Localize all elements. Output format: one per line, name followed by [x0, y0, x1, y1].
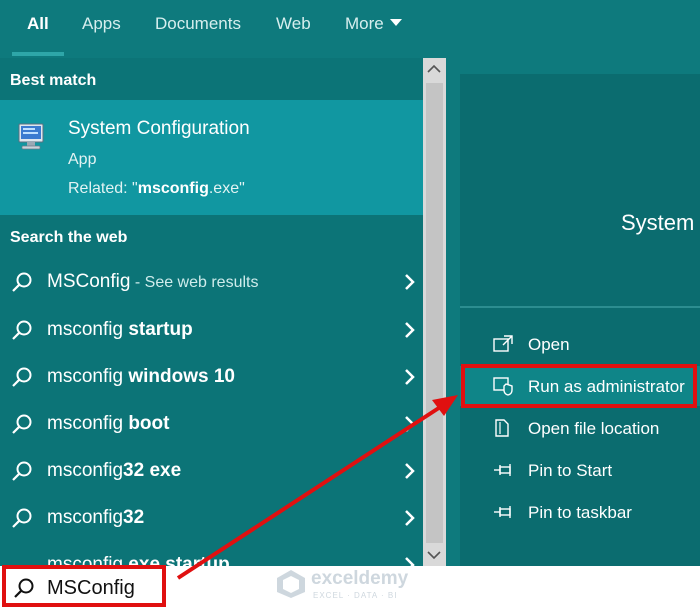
- watermark-name: exceldemy: [311, 568, 409, 589]
- watermark-tagline: EXCEL · DATA · BI: [313, 591, 398, 600]
- tab-web[interactable]: Web: [276, 14, 311, 36]
- web-result-item[interactable]: MSConfig - See web results: [0, 259, 423, 305]
- web-result-label: msconfig boot: [47, 413, 169, 435]
- web-result-label: msconfig32 exe: [47, 460, 181, 482]
- action-label: Pin to taskbar: [528, 503, 632, 522]
- chevron-right-icon: [405, 463, 415, 479]
- related-prefix: Related: ": [68, 180, 138, 197]
- web-result-label: msconfig32: [47, 507, 144, 529]
- query-text: MSConfig: [47, 271, 131, 292]
- action-label: Open: [528, 335, 570, 354]
- pin-icon: [494, 464, 511, 476]
- search-icon: [12, 320, 32, 340]
- chevron-right-icon: [405, 557, 415, 566]
- web-result-item[interactable]: msconfig startup: [0, 307, 423, 353]
- chevron-right-icon: [405, 416, 415, 432]
- query-text: msconfig: [47, 507, 124, 528]
- web-result-item[interactable]: msconfig boot: [0, 401, 423, 447]
- web-result-label: msconfig windows 10: [47, 366, 235, 388]
- preview-title: System: [621, 210, 695, 235]
- best-match-heading: Best match: [10, 72, 97, 89]
- query-completion: boot: [128, 413, 170, 434]
- web-result-label: MSConfig - See web results: [47, 271, 258, 293]
- scroll-up-icon[interactable]: [427, 64, 441, 74]
- system-configuration-icon: [18, 123, 44, 150]
- query-text: msconfig: [47, 319, 129, 340]
- search-icon: [12, 461, 32, 481]
- web-result-item[interactable]: msconfig windows 10: [0, 354, 423, 400]
- query-completion: windows 10: [128, 366, 235, 387]
- file-location-icon: [495, 419, 509, 437]
- pin-icon: [494, 506, 511, 518]
- related-bold: msconfig: [137, 180, 209, 197]
- search-web-heading: Search the web: [10, 229, 128, 246]
- best-match-item[interactable]: System Configuration App Related: "mscon…: [0, 100, 423, 215]
- active-tab-indicator: [12, 52, 64, 56]
- tab-more[interactable]: More: [345, 14, 402, 36]
- action-pin-to-start[interactable]: Pin to Start: [460, 450, 700, 490]
- web-result-label: msconfig startup: [47, 319, 193, 341]
- query-text: msconfig: [47, 460, 124, 481]
- chevron-down-icon: [389, 19, 402, 26]
- exceldemy-watermark: exceldemy EXCEL · DATA · BI: [275, 566, 435, 606]
- web-result-item[interactable]: msconfig32: [0, 495, 423, 541]
- preview-divider: [460, 306, 700, 308]
- scrollbar-thumb[interactable]: [426, 83, 443, 543]
- query-completion: 32 exe: [123, 460, 182, 481]
- search-tabs-bar: All Apps Documents Web More: [0, 0, 700, 58]
- chevron-right-icon: [405, 274, 415, 290]
- tab-all[interactable]: All: [27, 14, 49, 36]
- best-match-type: App: [68, 151, 97, 168]
- best-match-title: System Configuration: [68, 118, 250, 139]
- query-completion: 32: [123, 507, 145, 528]
- scroll-down-icon[interactable]: [427, 550, 441, 560]
- related-suffix: .exe": [208, 180, 245, 197]
- web-result-hint: - See web results: [130, 274, 259, 291]
- query-text: msconfig: [47, 413, 129, 434]
- chevron-right-icon: [405, 510, 415, 526]
- chevron-right-icon: [405, 322, 415, 338]
- best-match-related: Related: "msconfig.exe": [68, 180, 245, 198]
- chevron-right-icon: [405, 369, 415, 385]
- open-icon: [493, 335, 513, 352]
- query-completion: startup: [128, 319, 193, 340]
- annotation-box-run-as-admin: [461, 364, 697, 408]
- tab-documents[interactable]: Documents: [155, 14, 241, 36]
- action-label: Open file location: [528, 419, 660, 438]
- action-open[interactable]: Open: [460, 324, 700, 364]
- search-icon: [12, 508, 32, 528]
- action-open-file-location[interactable]: Open file location: [460, 408, 700, 448]
- results-scrollbar[interactable]: [423, 58, 446, 566]
- annotation-box-search: [2, 565, 166, 607]
- tab-more-label: More: [345, 14, 384, 33]
- web-result-item[interactable]: msconfig exe startup: [0, 542, 423, 566]
- search-icon: [12, 367, 32, 387]
- web-result-item[interactable]: msconfig32 exe: [0, 448, 423, 494]
- search-icon: [12, 272, 32, 292]
- action-label: Pin to Start: [528, 461, 613, 480]
- query-text: msconfig: [47, 366, 129, 387]
- search-icon: [12, 414, 32, 434]
- exceldemy-logo-icon: [277, 570, 305, 598]
- action-pin-to-taskbar[interactable]: Pin to taskbar: [460, 492, 700, 532]
- tab-apps[interactable]: Apps: [82, 14, 121, 36]
- results-panel: Best match System Configuration App Rela…: [0, 58, 423, 566]
- preview-panel: System Open Run as administrator Open fi…: [460, 74, 700, 566]
